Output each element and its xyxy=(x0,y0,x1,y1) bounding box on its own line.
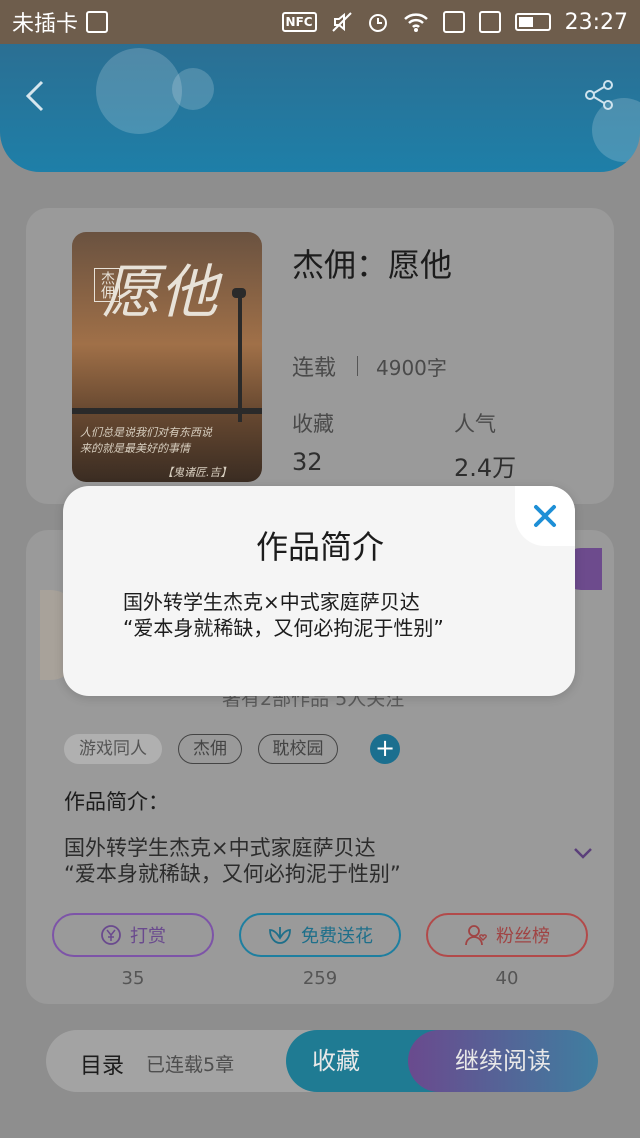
cover-title: 愿他 xyxy=(102,258,219,326)
sim-icon xyxy=(86,11,109,33)
modal-intro-line-2: “爱本身就稀缺，又何必拘泥于性别” xyxy=(123,616,444,640)
flower-count: 259 xyxy=(302,968,338,989)
book-title: 杰佣：愿他 xyxy=(292,246,453,284)
decor-bubble xyxy=(96,48,182,134)
send-flower-label: 免费送花 xyxy=(301,926,373,947)
chevron-down-icon xyxy=(574,848,592,859)
intro-line-2: “爱本身就稀缺，又何必拘泥于性别” xyxy=(64,862,401,886)
decor-bubble xyxy=(172,68,214,110)
share-icon xyxy=(585,80,613,110)
modal-intro-line-1: 国外转学生杰克×中式家庭萨贝达 xyxy=(123,590,420,614)
continue-reading-button[interactable]: 继续阅读 xyxy=(408,1030,598,1092)
fan-ranking-icon xyxy=(465,925,487,946)
toc-button[interactable]: 目录 xyxy=(80,1048,124,1080)
flower-icon xyxy=(269,927,291,944)
popularity-label: 人气 xyxy=(454,412,496,436)
sim-status-icon xyxy=(442,11,465,33)
cover-lamp xyxy=(232,288,246,298)
fan-count: 40 xyxy=(495,968,519,989)
clock: 23:27 xyxy=(564,9,628,35)
cover-railing xyxy=(72,408,262,414)
share-button[interactable] xyxy=(582,78,616,112)
nfc-icon: NFC xyxy=(281,12,317,32)
carrier-label: 未插卡 xyxy=(12,12,79,37)
popularity-value: 2.4万 xyxy=(454,454,517,482)
tag-chip[interactable]: 杰佣 xyxy=(178,734,242,764)
fan-ranking-button[interactable]: 粉丝榜 xyxy=(426,913,588,957)
send-flower-button[interactable]: 免费送花 xyxy=(239,913,401,957)
tip-label: 打赏 xyxy=(130,926,166,947)
back-button[interactable] xyxy=(20,76,50,116)
tag-chip[interactable]: 耽校园 xyxy=(258,734,338,764)
tip-button[interactable]: 打赏 xyxy=(52,913,214,957)
fan-ranking-label: 粉丝榜 xyxy=(496,926,550,947)
yuan-coin-icon xyxy=(101,925,121,945)
meta-divider xyxy=(357,356,358,376)
favorites-label: 收藏 xyxy=(292,412,334,436)
header xyxy=(0,44,640,172)
alarm-icon xyxy=(368,14,387,32)
mute-icon xyxy=(331,12,352,32)
cover-signature: 【鬼诸匠.吉】 xyxy=(162,466,232,479)
chapter-count: 已连载5章 xyxy=(146,1054,235,1076)
cover-line-2: 来的就是最美好的事情 xyxy=(80,442,190,455)
cover-lamppost xyxy=(238,292,242,422)
modal-title: 作品简介 xyxy=(255,528,384,566)
status-bar: 未插卡 NFC 23:27 xyxy=(0,0,640,44)
wifi-icon xyxy=(403,13,428,32)
data-icon xyxy=(478,11,501,33)
intro-heading: 作品简介： xyxy=(64,790,169,814)
tag-chip[interactable]: 游戏同人 xyxy=(64,734,162,764)
serial-status: 连载 xyxy=(292,356,337,381)
favorites-value: 32 xyxy=(292,448,323,476)
battery-icon xyxy=(514,13,551,31)
expand-intro-button[interactable] xyxy=(572,842,594,864)
book-cover[interactable]: 杰佣 愿他 人们总是说我们对有东西说 来的就是最美好的事情 【鬼诸匠.吉】 xyxy=(72,232,262,482)
tip-count: 35 xyxy=(121,968,145,989)
word-count: 4900字 xyxy=(376,356,447,380)
cover-line-1: 人们总是说我们对有东西说 xyxy=(80,426,212,439)
chevron-left-icon xyxy=(25,80,44,112)
add-tag-button[interactable]: + xyxy=(370,734,400,764)
